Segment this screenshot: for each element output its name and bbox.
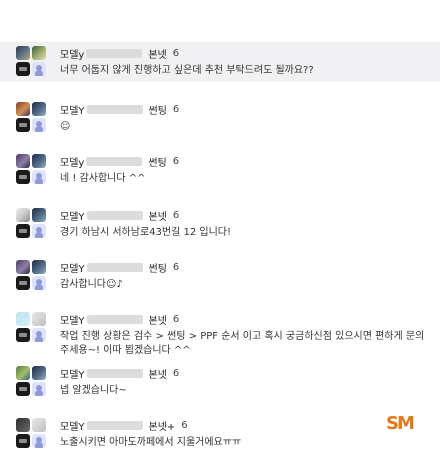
blurred-id — [86, 314, 143, 324]
comment-item: 모델y 본넷 6 너무 어둡지 않게 진행하고 싶은데 추천 부탁드려도 될까요… — [0, 42, 440, 82]
comment-item: 모델Y 본넷 6 경기 하남시 서하남로43번길 12 입니다! — [0, 204, 440, 244]
badge-icon — [16, 224, 30, 238]
comment-header: 모델y 본넷 6 — [60, 46, 180, 61]
blurred-id — [86, 262, 143, 272]
grade-label: 본넷+ — [148, 421, 176, 433]
nickname[interactable]: 모델Y — [60, 208, 85, 223]
avatar[interactable] — [16, 154, 30, 168]
user-icon — [32, 170, 46, 184]
avatar[interactable] — [16, 260, 30, 274]
comment-text: 작업 진행 상황은 검수 > 썬팅 > PPF 순서 이고 혹시 궁금하신점 있… — [60, 331, 425, 356]
avatar[interactable] — [16, 46, 30, 60]
nickname[interactable]: 모델Y — [60, 260, 85, 275]
avatar[interactable] — [16, 366, 30, 380]
user-icon — [32, 328, 46, 342]
level-label: 6 — [181, 419, 188, 431]
avatar[interactable] — [32, 102, 46, 116]
comment-item: 모델Y 본넷+ 6 노출시키면 아마도까페에서 지울거에요ㅠㅠ — [0, 414, 440, 454]
comment-item: 모델y 썬팅 6 네 ! 감사합니다 ^^ — [0, 150, 440, 190]
user-icon — [32, 224, 46, 238]
grade-label: 본넷 — [148, 49, 167, 61]
comment-header: 모델Y 썬팅 6 — [60, 260, 180, 275]
avatar[interactable] — [32, 154, 46, 168]
comment-header: 모델Y 본넷+ 6 — [60, 418, 188, 433]
avatar[interactable] — [16, 208, 30, 222]
nickname[interactable]: 모델y — [60, 154, 84, 169]
avatar[interactable] — [32, 208, 46, 222]
badge-icon — [16, 434, 30, 448]
level-label: 6 — [172, 367, 180, 379]
user-icon — [32, 434, 46, 448]
user-icon — [32, 382, 46, 396]
level-label: 6 — [172, 47, 180, 59]
avatar[interactable] — [32, 260, 46, 274]
nickname[interactable]: 모델y — [60, 46, 84, 61]
avatar[interactable] — [16, 312, 30, 326]
avatar[interactable] — [32, 418, 46, 432]
nickname[interactable]: 모델Y — [60, 418, 85, 433]
comment-text: 넵 알겠습니다~ — [60, 385, 127, 396]
comment-text: 노출시키면 아마도까페에서 지울거에요ㅠㅠ — [60, 437, 242, 448]
comment-text: ☺ — [60, 121, 71, 132]
user-icon — [32, 118, 46, 132]
comment-header: 모델y 썬팅 6 — [60, 154, 180, 169]
blurred-id — [86, 104, 143, 114]
comment-text: 경기 하남시 서하남로43번길 12 입니다! — [60, 227, 231, 238]
user-icon — [32, 62, 46, 76]
comment-text: 너무 어둡지 않게 진행하고 싶은데 추천 부탁드려도 될까요?? — [60, 65, 314, 76]
blurred-id — [86, 420, 143, 430]
avatar[interactable] — [16, 418, 30, 432]
grade-label: 본넷 — [148, 211, 167, 223]
badge-icon — [16, 118, 30, 132]
user-icon — [32, 276, 46, 290]
comment-item: 모델Y 본넷 6 작업 진행 상황은 검수 > 썬팅 > PPF 순서 이고 혹… — [0, 308, 440, 356]
comment-header: 모델Y 본넷 6 — [60, 208, 180, 223]
comment-header: 모델Y 본넷 6 — [60, 312, 180, 327]
avatar[interactable] — [32, 366, 46, 380]
badge-icon — [16, 62, 30, 76]
nickname[interactable]: 모델Y — [60, 366, 85, 381]
nickname[interactable]: 모델Y — [60, 312, 85, 327]
blurred-id — [86, 210, 143, 220]
badge-icon — [16, 328, 30, 342]
grade-label: 썬팅 — [148, 157, 167, 169]
blurred-id — [86, 156, 143, 166]
level-label: 6 — [172, 103, 180, 115]
avatar[interactable] — [16, 102, 30, 116]
level-label: 6 — [172, 155, 180, 167]
nickname[interactable]: 모델Y — [60, 102, 85, 117]
badge-icon — [16, 170, 30, 184]
level-label: 6 — [172, 313, 180, 325]
grade-label: 썬팅 — [148, 105, 167, 117]
level-label: 6 — [172, 209, 180, 221]
avatar[interactable] — [32, 46, 46, 60]
comment-text: 감사합니다☺♪ — [60, 279, 123, 290]
grade-label: 썬팅 — [148, 263, 167, 275]
badge-icon — [16, 382, 30, 396]
badge-icon — [16, 276, 30, 290]
comment-text: 네 ! 감사합니다 ^^ — [60, 173, 146, 184]
blurred-id — [86, 48, 143, 58]
blurred-id — [86, 368, 143, 378]
comment-item: 모델Y 썬팅 6 ☺ — [0, 98, 440, 138]
comment-item: 모델Y 본넷 6 넵 알겠습니다~ — [0, 362, 440, 402]
level-label: 6 — [172, 261, 180, 273]
grade-label: 본넷 — [148, 315, 167, 327]
grade-label: 본넷 — [148, 369, 167, 381]
comment-item: 모델Y 썬팅 6 감사합니다☺♪ — [0, 256, 440, 296]
comment-header: 모델Y 썬팅 6 — [60, 102, 180, 117]
sm-logo: SM — [386, 413, 415, 434]
avatar[interactable] — [32, 312, 46, 326]
comment-header: 모델Y 본넷 6 — [60, 366, 180, 381]
